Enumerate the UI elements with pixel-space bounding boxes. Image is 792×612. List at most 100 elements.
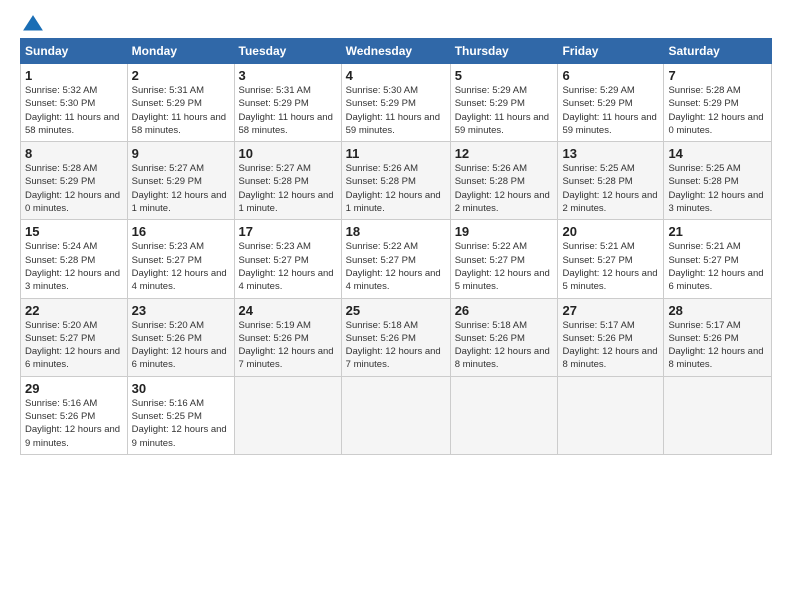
col-tuesday: Tuesday bbox=[234, 39, 341, 64]
day-info: Sunrise: 5:18 AMSunset: 5:26 PMDaylight:… bbox=[346, 319, 446, 372]
table-row: 17Sunrise: 5:23 AMSunset: 5:27 PMDayligh… bbox=[234, 220, 341, 298]
table-row: 7Sunrise: 5:28 AMSunset: 5:29 PMDaylight… bbox=[664, 64, 772, 142]
table-row: 26Sunrise: 5:18 AMSunset: 5:26 PMDayligh… bbox=[450, 298, 558, 376]
table-row: 3Sunrise: 5:31 AMSunset: 5:29 PMDaylight… bbox=[234, 64, 341, 142]
calendar-week-row: 29Sunrise: 5:16 AMSunset: 5:26 PMDayligh… bbox=[21, 376, 772, 454]
table-row: 25Sunrise: 5:18 AMSunset: 5:26 PMDayligh… bbox=[341, 298, 450, 376]
day-number: 1 bbox=[25, 68, 123, 83]
day-info: Sunrise: 5:24 AMSunset: 5:28 PMDaylight:… bbox=[25, 240, 123, 293]
col-sunday: Sunday bbox=[21, 39, 128, 64]
calendar-week-row: 1Sunrise: 5:32 AMSunset: 5:30 PMDaylight… bbox=[21, 64, 772, 142]
table-row: 8Sunrise: 5:28 AMSunset: 5:29 PMDaylight… bbox=[21, 142, 128, 220]
day-number: 3 bbox=[239, 68, 337, 83]
day-info: Sunrise: 5:29 AMSunset: 5:29 PMDaylight:… bbox=[455, 84, 554, 137]
day-number: 6 bbox=[562, 68, 659, 83]
day-number: 30 bbox=[132, 381, 230, 396]
day-info: Sunrise: 5:23 AMSunset: 5:27 PMDaylight:… bbox=[132, 240, 230, 293]
table-row: 23Sunrise: 5:20 AMSunset: 5:26 PMDayligh… bbox=[127, 298, 234, 376]
day-info: Sunrise: 5:31 AMSunset: 5:29 PMDaylight:… bbox=[239, 84, 337, 137]
day-info: Sunrise: 5:21 AMSunset: 5:27 PMDaylight:… bbox=[668, 240, 767, 293]
table-row: 14Sunrise: 5:25 AMSunset: 5:28 PMDayligh… bbox=[664, 142, 772, 220]
day-number: 15 bbox=[25, 224, 123, 239]
day-info: Sunrise: 5:21 AMSunset: 5:27 PMDaylight:… bbox=[562, 240, 659, 293]
day-info: Sunrise: 5:22 AMSunset: 5:27 PMDaylight:… bbox=[455, 240, 554, 293]
day-number: 5 bbox=[455, 68, 554, 83]
day-info: Sunrise: 5:28 AMSunset: 5:29 PMDaylight:… bbox=[25, 162, 123, 215]
calendar-week-row: 22Sunrise: 5:20 AMSunset: 5:27 PMDayligh… bbox=[21, 298, 772, 376]
table-row bbox=[341, 376, 450, 454]
day-number: 21 bbox=[668, 224, 767, 239]
day-info: Sunrise: 5:17 AMSunset: 5:26 PMDaylight:… bbox=[668, 319, 767, 372]
day-number: 8 bbox=[25, 146, 123, 161]
calendar-table: Sunday Monday Tuesday Wednesday Thursday… bbox=[20, 38, 772, 455]
table-row: 27Sunrise: 5:17 AMSunset: 5:26 PMDayligh… bbox=[558, 298, 664, 376]
day-info: Sunrise: 5:20 AMSunset: 5:27 PMDaylight:… bbox=[25, 319, 123, 372]
table-row: 22Sunrise: 5:20 AMSunset: 5:27 PMDayligh… bbox=[21, 298, 128, 376]
table-row: 5Sunrise: 5:29 AMSunset: 5:29 PMDaylight… bbox=[450, 64, 558, 142]
day-number: 16 bbox=[132, 224, 230, 239]
table-row: 21Sunrise: 5:21 AMSunset: 5:27 PMDayligh… bbox=[664, 220, 772, 298]
day-number: 26 bbox=[455, 303, 554, 318]
day-info: Sunrise: 5:16 AMSunset: 5:25 PMDaylight:… bbox=[132, 397, 230, 450]
day-info: Sunrise: 5:29 AMSunset: 5:29 PMDaylight:… bbox=[562, 84, 659, 137]
calendar-week-row: 15Sunrise: 5:24 AMSunset: 5:28 PMDayligh… bbox=[21, 220, 772, 298]
day-number: 4 bbox=[346, 68, 446, 83]
day-number: 23 bbox=[132, 303, 230, 318]
col-friday: Friday bbox=[558, 39, 664, 64]
day-number: 20 bbox=[562, 224, 659, 239]
logo-icon bbox=[22, 14, 44, 32]
day-number: 25 bbox=[346, 303, 446, 318]
table-row: 19Sunrise: 5:22 AMSunset: 5:27 PMDayligh… bbox=[450, 220, 558, 298]
day-info: Sunrise: 5:30 AMSunset: 5:29 PMDaylight:… bbox=[346, 84, 446, 137]
col-saturday: Saturday bbox=[664, 39, 772, 64]
day-info: Sunrise: 5:18 AMSunset: 5:26 PMDaylight:… bbox=[455, 319, 554, 372]
table-row: 30Sunrise: 5:16 AMSunset: 5:25 PMDayligh… bbox=[127, 376, 234, 454]
day-info: Sunrise: 5:27 AMSunset: 5:29 PMDaylight:… bbox=[132, 162, 230, 215]
table-row bbox=[234, 376, 341, 454]
logo bbox=[20, 16, 44, 28]
col-thursday: Thursday bbox=[450, 39, 558, 64]
day-number: 7 bbox=[668, 68, 767, 83]
day-number: 18 bbox=[346, 224, 446, 239]
table-row: 6Sunrise: 5:29 AMSunset: 5:29 PMDaylight… bbox=[558, 64, 664, 142]
day-info: Sunrise: 5:25 AMSunset: 5:28 PMDaylight:… bbox=[562, 162, 659, 215]
day-info: Sunrise: 5:17 AMSunset: 5:26 PMDaylight:… bbox=[562, 319, 659, 372]
day-number: 11 bbox=[346, 146, 446, 161]
table-row: 20Sunrise: 5:21 AMSunset: 5:27 PMDayligh… bbox=[558, 220, 664, 298]
day-info: Sunrise: 5:19 AMSunset: 5:26 PMDaylight:… bbox=[239, 319, 337, 372]
day-number: 22 bbox=[25, 303, 123, 318]
table-row bbox=[450, 376, 558, 454]
day-info: Sunrise: 5:16 AMSunset: 5:26 PMDaylight:… bbox=[25, 397, 123, 450]
page: Sunday Monday Tuesday Wednesday Thursday… bbox=[0, 0, 792, 465]
table-row: 11Sunrise: 5:26 AMSunset: 5:28 PMDayligh… bbox=[341, 142, 450, 220]
table-row: 16Sunrise: 5:23 AMSunset: 5:27 PMDayligh… bbox=[127, 220, 234, 298]
table-row: 10Sunrise: 5:27 AMSunset: 5:28 PMDayligh… bbox=[234, 142, 341, 220]
day-info: Sunrise: 5:27 AMSunset: 5:28 PMDaylight:… bbox=[239, 162, 337, 215]
header bbox=[20, 16, 772, 28]
table-row: 4Sunrise: 5:30 AMSunset: 5:29 PMDaylight… bbox=[341, 64, 450, 142]
calendar-header-row: Sunday Monday Tuesday Wednesday Thursday… bbox=[21, 39, 772, 64]
table-row: 15Sunrise: 5:24 AMSunset: 5:28 PMDayligh… bbox=[21, 220, 128, 298]
day-info: Sunrise: 5:31 AMSunset: 5:29 PMDaylight:… bbox=[132, 84, 230, 137]
table-row bbox=[558, 376, 664, 454]
day-info: Sunrise: 5:32 AMSunset: 5:30 PMDaylight:… bbox=[25, 84, 123, 137]
day-number: 24 bbox=[239, 303, 337, 318]
col-wednesday: Wednesday bbox=[341, 39, 450, 64]
day-info: Sunrise: 5:26 AMSunset: 5:28 PMDaylight:… bbox=[455, 162, 554, 215]
day-number: 14 bbox=[668, 146, 767, 161]
day-number: 10 bbox=[239, 146, 337, 161]
day-info: Sunrise: 5:26 AMSunset: 5:28 PMDaylight:… bbox=[346, 162, 446, 215]
day-number: 27 bbox=[562, 303, 659, 318]
day-number: 12 bbox=[455, 146, 554, 161]
table-row: 9Sunrise: 5:27 AMSunset: 5:29 PMDaylight… bbox=[127, 142, 234, 220]
table-row: 18Sunrise: 5:22 AMSunset: 5:27 PMDayligh… bbox=[341, 220, 450, 298]
day-info: Sunrise: 5:22 AMSunset: 5:27 PMDaylight:… bbox=[346, 240, 446, 293]
table-row: 2Sunrise: 5:31 AMSunset: 5:29 PMDaylight… bbox=[127, 64, 234, 142]
day-number: 13 bbox=[562, 146, 659, 161]
table-row: 24Sunrise: 5:19 AMSunset: 5:26 PMDayligh… bbox=[234, 298, 341, 376]
table-row: 28Sunrise: 5:17 AMSunset: 5:26 PMDayligh… bbox=[664, 298, 772, 376]
table-row: 29Sunrise: 5:16 AMSunset: 5:26 PMDayligh… bbox=[21, 376, 128, 454]
day-number: 9 bbox=[132, 146, 230, 161]
col-monday: Monday bbox=[127, 39, 234, 64]
day-info: Sunrise: 5:28 AMSunset: 5:29 PMDaylight:… bbox=[668, 84, 767, 137]
